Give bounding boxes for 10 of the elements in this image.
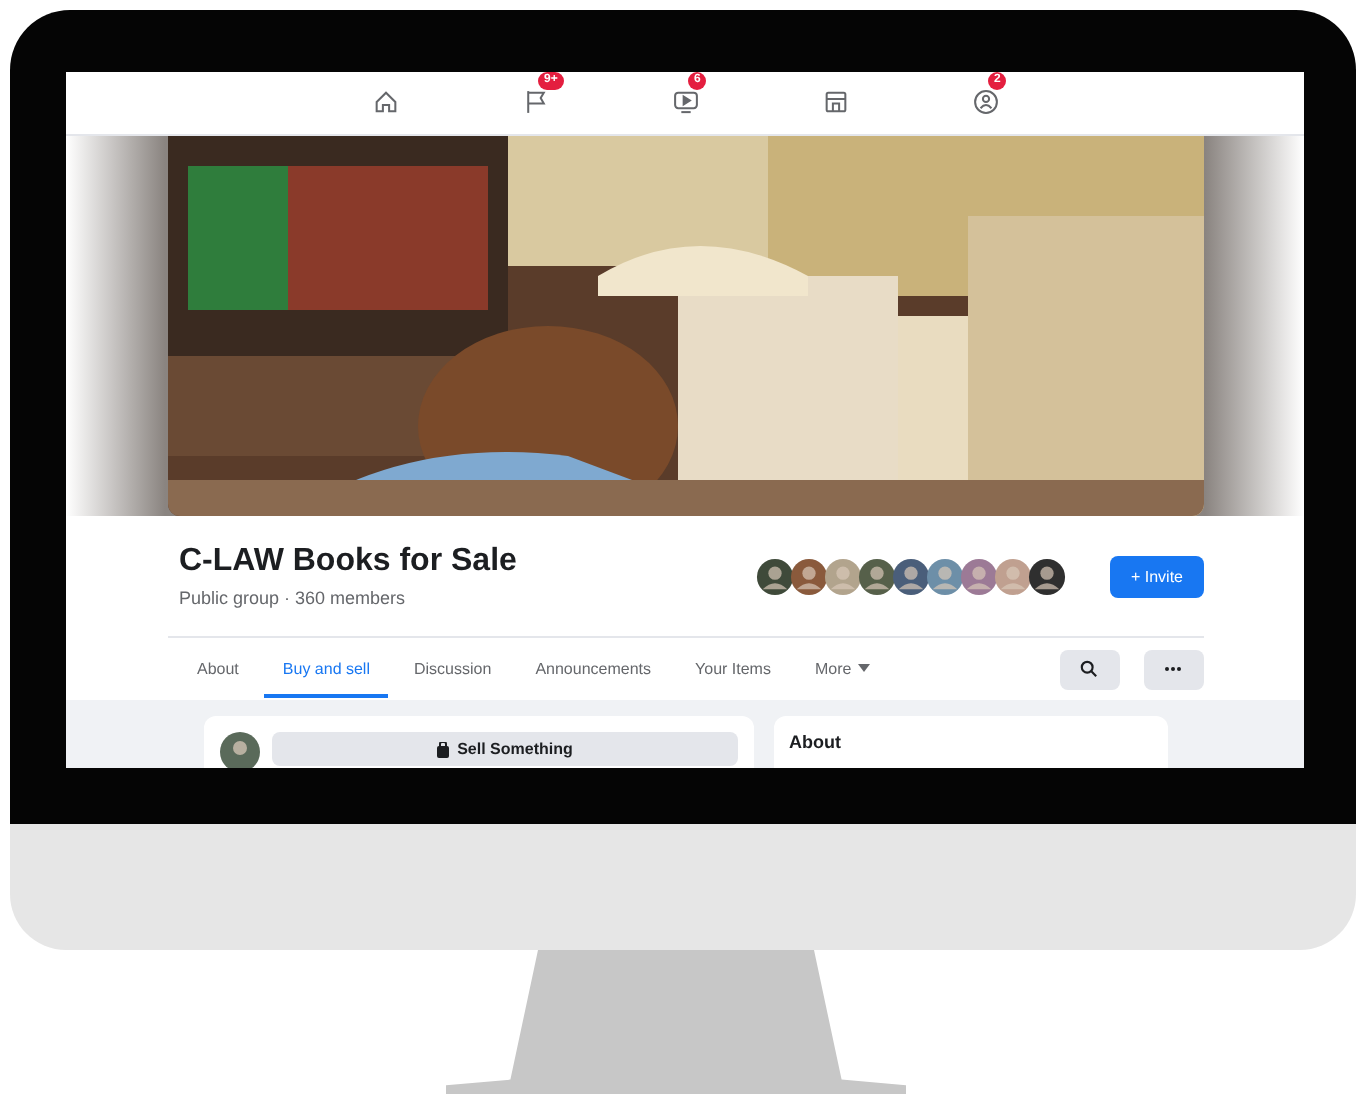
card-title: About (789, 732, 841, 752)
group-privacy: Public group · 360 members (179, 588, 408, 608)
group-tab[interactable]: Your Items (677, 641, 789, 697)
group-tab[interactable]: More (796, 641, 888, 697)
group-name: C-LAW Books for Sale (179, 544, 519, 580)
group-tab[interactable]: Discussion (396, 641, 510, 697)
sell-something-button[interactable]: Sell Something (271, 732, 737, 766)
group-tab[interactable]: About (179, 641, 257, 697)
group-tab[interactable]: Announcements (517, 641, 670, 697)
invite-button[interactable]: + Invite (1110, 555, 1203, 597)
